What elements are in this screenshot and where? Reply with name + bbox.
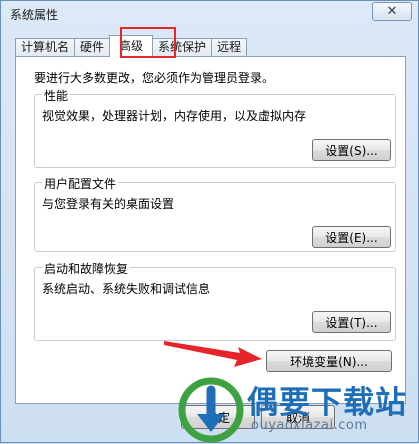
environment-variables-button[interactable]: 环境变量(N)... — [266, 350, 392, 372]
tab-remote[interactable]: 远程 — [211, 38, 248, 56]
user-profiles-desc: 与您登录有关的桌面设置 — [42, 197, 175, 211]
performance-title: 性能 — [42, 87, 71, 104]
system-properties-window: 系统属性 ✕ 计算机名 硬件 高级 系统保护 远程 要进行大多数更改，您必须作为… — [0, 0, 419, 443]
close-button[interactable]: ✕ — [372, 2, 412, 21]
watermark-url: ouyaoxiazai.com — [251, 418, 368, 433]
user-profiles-title: 用户配置文件 — [42, 175, 119, 192]
performance-group: 性能 视觉效果，处理器计划，内存使用，以及虚拟内存 设置(S)... — [34, 87, 396, 168]
startup-recovery-title: 启动和故障恢复 — [42, 260, 131, 277]
startup-recovery-settings-button[interactable]: 设置(T)... — [312, 311, 391, 333]
user-profiles-settings-button[interactable]: 设置(E)... — [312, 226, 391, 248]
tab-computer-name[interactable]: 计算机名 — [15, 38, 76, 56]
performance-settings-button[interactable]: 设置(S)... — [312, 139, 391, 161]
startup-recovery-group: 启动和故障恢复 系统启动、系统失败和调试信息 设置(T)... — [34, 260, 396, 341]
user-profiles-group: 用户配置文件 与您登录有关的桌面设置 设置(E)... — [34, 175, 396, 252]
advanced-tab-highlight-box — [120, 27, 176, 58]
red-arrow-icon — [164, 341, 262, 367]
tab-hardware[interactable]: 硬件 — [74, 38, 111, 56]
watermark-text: 偶要下载站 — [247, 385, 407, 421]
close-icon: ✕ — [386, 4, 398, 19]
performance-desc: 视觉效果，处理器计划，内存使用，以及虚拟内存 — [42, 109, 307, 123]
admin-notice: 要进行大多数更改，您必须作为管理员登录。 — [34, 71, 275, 85]
startup-recovery-desc: 系统启动、系统失败和调试信息 — [42, 282, 211, 296]
window-title: 系统属性 — [10, 8, 59, 22]
download-site-logo-icon — [178, 377, 244, 443]
